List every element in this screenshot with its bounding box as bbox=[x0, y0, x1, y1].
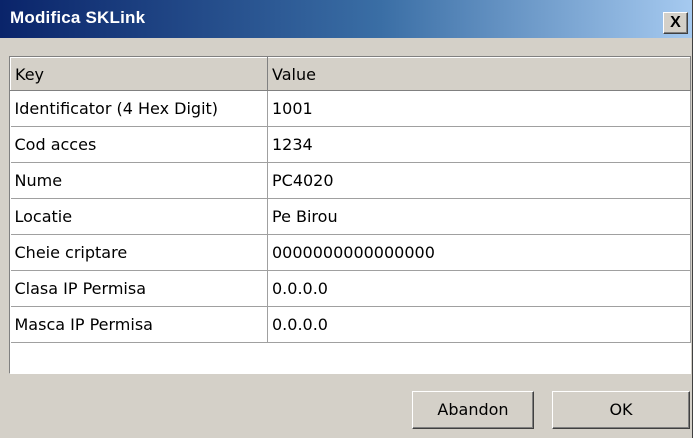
row-key: Locatie bbox=[10, 198, 268, 235]
row-key: Cod acces bbox=[10, 126, 268, 163]
key-value-grid: Key Value Identificator (4 Hex Digit) 10… bbox=[9, 56, 691, 374]
close-button[interactable]: X bbox=[663, 12, 688, 34]
close-icon: X bbox=[670, 14, 681, 31]
table-row[interactable]: Locatie Pe Birou bbox=[10, 198, 691, 235]
row-value[interactable]: 1001 bbox=[267, 90, 691, 127]
row-value[interactable]: 0.0.0.0 bbox=[267, 270, 691, 307]
row-value[interactable]: 0000000000000000 bbox=[267, 234, 691, 271]
table-row[interactable]: Masca IP Permisa 0.0.0.0 bbox=[10, 306, 691, 343]
row-value[interactable]: PC4020 bbox=[267, 162, 691, 199]
row-key: Cheie criptare bbox=[10, 234, 268, 271]
column-header-value[interactable]: Value bbox=[267, 57, 691, 91]
title-bar[interactable]: Modifica SKLink X bbox=[0, 0, 692, 38]
row-value[interactable]: 1234 bbox=[267, 126, 691, 163]
abandon-button[interactable]: Abandon bbox=[412, 391, 534, 429]
row-value[interactable]: 0.0.0.0 bbox=[267, 306, 691, 343]
table-row[interactable]: Identificator (4 Hex Digit) 1001 bbox=[10, 90, 691, 127]
ok-button[interactable]: OK bbox=[552, 391, 690, 429]
properties-table: Key Value Identificator (4 Hex Digit) 10… bbox=[10, 57, 691, 343]
table-row[interactable]: Clasa IP Permisa 0.0.0.0 bbox=[10, 270, 691, 307]
row-value[interactable]: Pe Birou bbox=[267, 198, 691, 235]
column-header-key[interactable]: Key bbox=[10, 57, 268, 91]
table-row[interactable]: Nume PC4020 bbox=[10, 162, 691, 199]
header-row: Key Value bbox=[10, 57, 691, 91]
dialog-window: Modifica SKLink X Key Value Identificato… bbox=[0, 0, 693, 438]
row-key: Identificator (4 Hex Digit) bbox=[10, 90, 268, 127]
row-key: Clasa IP Permisa bbox=[10, 270, 268, 307]
window-title: Modifica SKLink bbox=[10, 8, 146, 27]
row-key: Masca IP Permisa bbox=[10, 306, 268, 343]
table-row[interactable]: Cheie criptare 0000000000000000 bbox=[10, 234, 691, 271]
table-row[interactable]: Cod acces 1234 bbox=[10, 126, 691, 163]
row-key: Nume bbox=[10, 162, 268, 199]
